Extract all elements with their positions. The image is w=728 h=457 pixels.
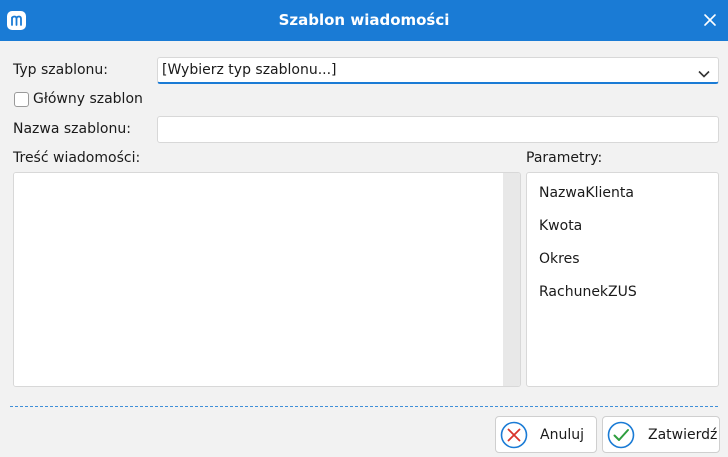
- window-title: Szablon wiadomości: [278, 11, 450, 29]
- chevron-down-icon: [698, 66, 710, 78]
- cancel-button[interactable]: Anuluj: [495, 416, 597, 453]
- parameters-list: NazwaKlienta Kwota Okres RachunekZUS: [526, 172, 719, 387]
- footer-divider: [10, 406, 718, 407]
- message-body-label: Treść wiadomości:: [13, 150, 141, 166]
- cancel-x-icon: [499, 420, 529, 450]
- template-name-label: Nazwa szablonu:: [13, 121, 131, 137]
- message-body-container: [13, 172, 521, 387]
- close-icon[interactable]: [702, 12, 718, 28]
- confirm-check-icon: [606, 420, 636, 450]
- main-template-label: Główny szablon: [33, 91, 143, 107]
- template-type-label: Typ szablonu:: [13, 62, 109, 78]
- cancel-button-label: Anuluj: [540, 427, 584, 443]
- message-body-textarea[interactable]: [14, 173, 504, 386]
- confirm-button[interactable]: Zatwierdź: [602, 416, 720, 453]
- title-bar: Szablon wiadomości: [0, 0, 728, 41]
- template-type-value: [Wybierz typ szablonu...]: [162, 62, 337, 78]
- template-type-select[interactable]: [Wybierz typ szablonu...]: [157, 57, 719, 84]
- parameter-item[interactable]: RachunekZUS: [539, 284, 637, 300]
- parameter-item[interactable]: Okres: [539, 251, 579, 267]
- dialog-content: Typ szablonu: [Wybierz typ szablonu...] …: [0, 41, 728, 457]
- parameter-item[interactable]: NazwaKlienta: [539, 185, 634, 201]
- confirm-button-label: Zatwierdź: [648, 427, 718, 443]
- parameters-label: Parametry:: [526, 150, 603, 166]
- parameter-item[interactable]: Kwota: [539, 218, 582, 234]
- template-name-input[interactable]: [157, 116, 719, 143]
- message-body-scrollbar[interactable]: [503, 173, 520, 386]
- main-template-checkbox[interactable]: [14, 92, 29, 107]
